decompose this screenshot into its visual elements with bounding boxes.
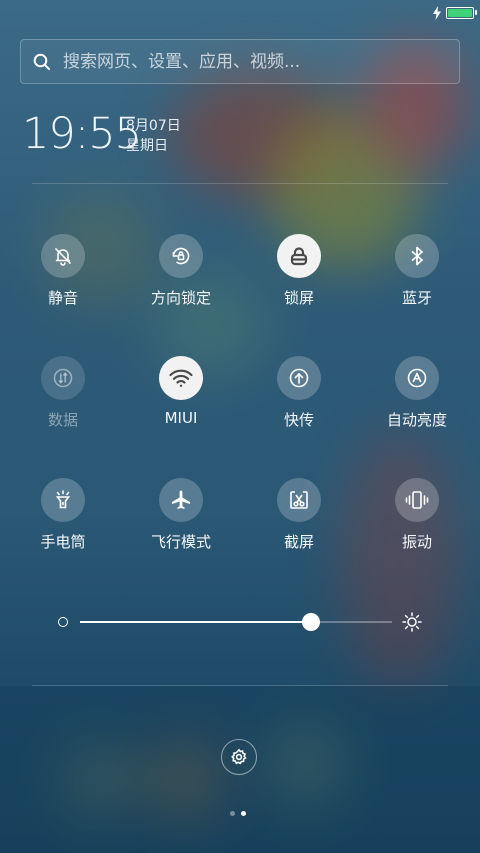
toggle-label: 静音 xyxy=(47,289,78,307)
settings-button[interactable] xyxy=(221,739,257,775)
search-input[interactable] xyxy=(61,50,445,73)
brightness-low-icon xyxy=(58,617,68,627)
toggle-label: 截屏 xyxy=(283,533,314,551)
page-dot-1[interactable] xyxy=(230,811,235,816)
toggle-rotation-lock[interactable]: 方向锁定 xyxy=(126,234,236,308)
airplane-icon xyxy=(159,478,203,522)
brightness-slider[interactable] xyxy=(56,610,426,634)
toggle-airplane[interactable]: 飞行模式 xyxy=(126,478,236,552)
screenshot-icon xyxy=(277,478,321,522)
mobile-data-icon xyxy=(41,356,85,400)
auto-brightness-icon xyxy=(395,356,439,400)
brightness-thumb[interactable] xyxy=(301,613,320,631)
toggle-bluetooth[interactable]: 蓝牙 xyxy=(362,234,472,308)
weekday-label: 星期日 xyxy=(126,138,168,154)
toggle-wifi[interactable]: MIUI xyxy=(126,356,236,427)
page-indicator xyxy=(230,811,246,816)
charging-bolt-icon xyxy=(433,6,441,20)
toggle-lock[interactable]: 锁屏 xyxy=(244,234,354,308)
battery-icon xyxy=(446,7,477,19)
divider-bottom xyxy=(32,685,448,686)
lock-icon xyxy=(277,234,321,278)
status-bar xyxy=(432,4,477,22)
brightness-high-icon xyxy=(402,612,422,632)
vibrate-icon xyxy=(395,478,439,522)
toggle-vibrate[interactable]: 振动 xyxy=(362,478,472,552)
toggle-label: 自动亮度 xyxy=(386,411,447,429)
toggle-label: 锁屏 xyxy=(283,289,314,307)
toggle-label: 数据 xyxy=(47,411,78,429)
clock-time: 19:55 xyxy=(22,109,142,159)
toggle-label: 手电筒 xyxy=(40,533,86,551)
toggle-label: 方向锁定 xyxy=(150,289,211,307)
bluetooth-icon xyxy=(395,234,439,278)
toggle-screenshot[interactable]: 截屏 xyxy=(244,478,354,552)
bell-off-icon xyxy=(41,234,85,278)
search-bar[interactable] xyxy=(20,39,460,84)
toggle-bell-off[interactable]: 静音 xyxy=(8,234,118,308)
toggle-label: 飞行模式 xyxy=(150,533,211,551)
toggle-label: 蓝牙 xyxy=(401,289,432,307)
toggle-label: MIUI xyxy=(164,409,198,427)
toggle-auto-brightness[interactable]: 自动亮度 xyxy=(362,356,472,430)
date-block: 8月07日 星期日 xyxy=(126,116,181,156)
flashlight-icon xyxy=(41,478,85,522)
brightness-track[interactable] xyxy=(80,613,392,631)
quick-transfer-icon xyxy=(277,356,321,400)
page-dot-2[interactable] xyxy=(241,811,246,816)
toggle-flashlight[interactable]: 手电筒 xyxy=(8,478,118,552)
search-icon xyxy=(33,53,50,70)
rotation-lock-icon xyxy=(159,234,203,278)
toggle-mobile-data[interactable]: 数据 xyxy=(8,356,118,430)
toggle-quick-transfer[interactable]: 快传 xyxy=(244,356,354,430)
divider-top xyxy=(32,183,448,184)
gear-icon xyxy=(231,748,247,765)
toggle-label: 振动 xyxy=(401,533,432,551)
brightness-fill xyxy=(80,621,311,623)
wifi-icon xyxy=(159,356,203,400)
toggle-label: 快传 xyxy=(283,411,314,429)
date-label: 8月07日 xyxy=(126,118,181,134)
